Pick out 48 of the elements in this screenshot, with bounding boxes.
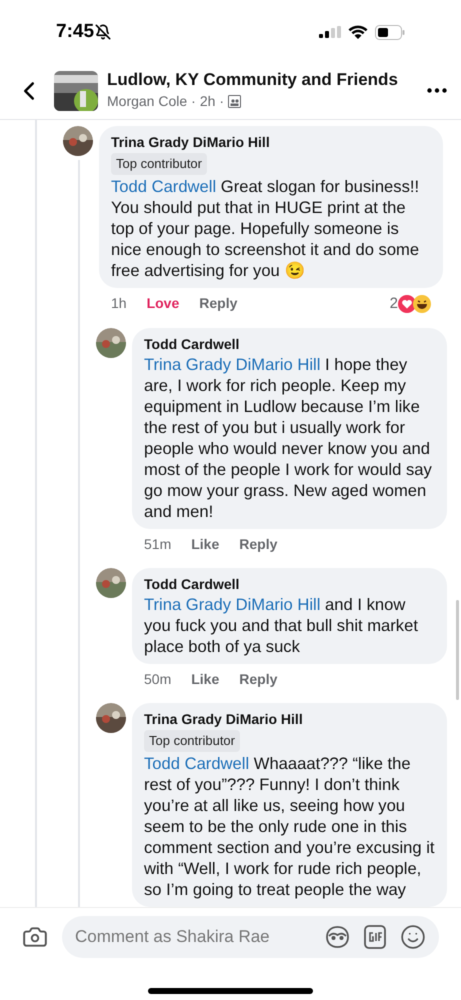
reply-button[interactable]: Reply bbox=[199, 293, 238, 314]
emoji-icon[interactable] bbox=[400, 924, 426, 950]
group-name[interactable]: Ludlow, KY Community and Friends bbox=[107, 69, 427, 91]
comment-time: 51m bbox=[144, 535, 172, 554]
reaction-button[interactable]: Like bbox=[191, 669, 220, 690]
comment-author[interactable]: Trina Grady DiMario Hill bbox=[144, 709, 303, 729]
post-age: 2h bbox=[200, 92, 216, 111]
laughing-emoji-icon bbox=[413, 294, 431, 313]
avatar[interactable] bbox=[96, 568, 126, 598]
mention-link[interactable]: Trina Grady DiMario Hill bbox=[144, 355, 320, 374]
reaction-button[interactable]: Like bbox=[191, 534, 220, 555]
members-icon bbox=[228, 95, 242, 108]
separator-dot: · bbox=[219, 92, 224, 111]
avatar-sticker-icon[interactable] bbox=[325, 925, 350, 949]
signal-icon bbox=[319, 26, 341, 38]
emoji: 😉 bbox=[284, 260, 306, 280]
comment-placeholder: Comment as Shakira Rae bbox=[75, 926, 271, 948]
reaction-count: 2 bbox=[390, 294, 398, 314]
badge: Top contributor bbox=[144, 730, 240, 752]
mention-link[interactable]: Trina Grady DiMario Hill bbox=[144, 595, 320, 614]
avatar[interactable] bbox=[96, 328, 126, 358]
gif-icon[interactable] bbox=[364, 925, 386, 949]
reply-button[interactable]: Reply bbox=[239, 534, 278, 555]
post-author[interactable]: Morgan Cole bbox=[107, 91, 188, 112]
comment-time: 1h bbox=[111, 294, 127, 314]
muted-bell-icon bbox=[95, 24, 112, 40]
comment-text: Trina Grady DiMario Hill and I know you fuck you and that bull shit market place both of ya suck bbox=[144, 594, 419, 657]
mention-link[interactable]: Todd Cardwell bbox=[111, 176, 216, 196]
comment-author[interactable]: Todd Cardwell bbox=[144, 574, 240, 594]
comment-field[interactable]: Comment as Shakira Rae bbox=[62, 916, 439, 958]
reaction-button[interactable]: Love bbox=[146, 293, 180, 314]
comment-author[interactable]: Trina Grady DiMario Hill bbox=[111, 132, 270, 152]
clock: 7:45 bbox=[56, 20, 94, 44]
comment-text: Trina Grady DiMario Hill I hope they are, I work for rich people. Keep my equipment in Ludlow because I’m like the rest of you but i usually work for people who would never know you and most of the people I work for would say go mow your grass. New aged women and men! bbox=[144, 354, 433, 522]
separator-dot: · bbox=[191, 92, 196, 111]
comment-text: Todd Cardwell Whaaaat??? “like the rest of you”??? Funny! I don’t think you’re at all like us, seeing how you seem to be the only rude one in this comment section and you’re excusing it with “Well, I work for rude rich people, so I’m going to treat people the way bbox=[144, 752, 435, 900]
avatar[interactable] bbox=[63, 126, 93, 156]
comment-time: 50m bbox=[144, 670, 172, 689]
more-button[interactable] bbox=[427, 88, 447, 93]
avatar[interactable] bbox=[96, 703, 126, 733]
reply-button[interactable]: Reply bbox=[239, 669, 278, 690]
badge: Top contributor bbox=[111, 153, 207, 174]
comment-text: Todd Cardwell Great slogan for business!! You should put that in HUGE print at the top of your page. Hopefully someone is nice enough to screenshot it and do some free advertising for you 😉 bbox=[111, 176, 420, 280]
mention-link[interactable]: Todd Cardwell bbox=[144, 754, 250, 772]
battery-icon bbox=[375, 24, 405, 40]
more-icon bbox=[427, 88, 447, 93]
comment-author[interactable]: Todd Cardwell bbox=[144, 334, 240, 354]
wifi-icon bbox=[348, 25, 368, 39]
